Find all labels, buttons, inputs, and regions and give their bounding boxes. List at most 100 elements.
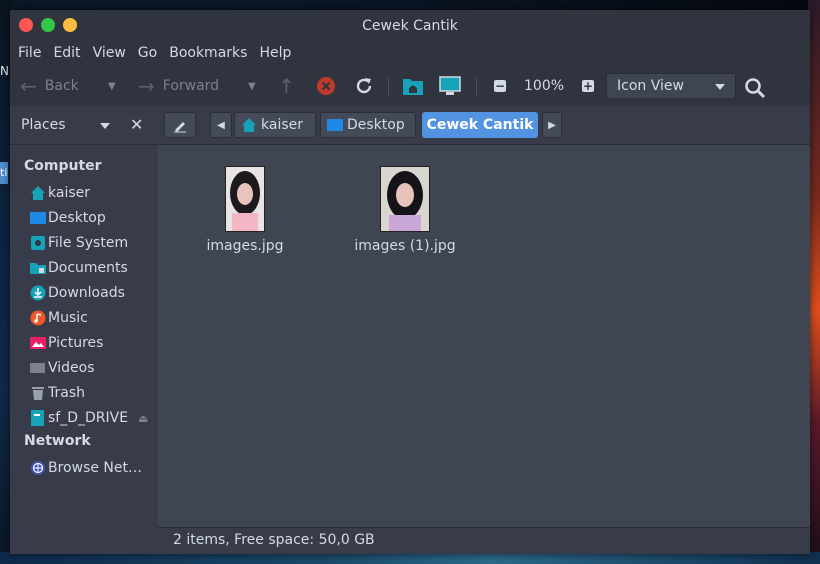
up-arrow-icon: ↑ xyxy=(278,74,295,98)
crumb-cewek-cantik[interactable]: Cewek Cantik xyxy=(422,112,538,138)
sidebar-item-label: Videos xyxy=(48,360,95,376)
menu-file[interactable]: File xyxy=(12,42,47,66)
menu-bookmarks[interactable]: Bookmarks xyxy=(163,42,253,66)
zoom-level: 100% xyxy=(524,74,564,98)
sidebar-item-kaiser[interactable]: kaiser xyxy=(30,183,158,203)
documents-folder-icon xyxy=(30,260,46,276)
file-name: images.jpg xyxy=(206,238,284,254)
places-header: Places ✕ xyxy=(10,106,158,145)
sidebar-item-browse-network[interactable]: Browse Network xyxy=(30,458,158,478)
download-icon xyxy=(30,285,46,301)
sidebar-item-label: Music xyxy=(48,310,88,326)
sidebar-item-label: sf_D_DRIVE xyxy=(48,410,129,426)
crumb-label: Desktop xyxy=(347,117,405,133)
desktop-folder-icon xyxy=(30,210,46,226)
zoom-level-value: 100% xyxy=(524,78,565,94)
status-text: 2 items, Free space: 50,0 GB xyxy=(173,532,375,548)
window-title: Cewek Cantik xyxy=(362,18,458,34)
forward-history-dropdown[interactable]: ▼ xyxy=(248,74,256,98)
places-dropdown-toggle[interactable] xyxy=(100,123,110,129)
sidebar-item-documents[interactable]: Documents xyxy=(30,258,158,278)
drive-icon xyxy=(30,235,46,251)
sidebar-item-label: File System xyxy=(48,235,129,251)
forward-button[interactable]: → Forward xyxy=(138,74,219,98)
file-item[interactable]: images.jpg xyxy=(180,166,310,254)
forward-arrow-icon: → xyxy=(138,74,155,98)
sidebar-item-sf-d-drive[interactable]: sf_D_DRIVE ⏏ xyxy=(30,408,158,428)
menu-bar: File Edit View Go Bookmarks Help xyxy=(10,42,810,66)
back-label: Back xyxy=(44,78,79,94)
crumb-kaiser[interactable]: kaiser xyxy=(234,112,316,138)
back-history-dropdown[interactable]: ▼ xyxy=(108,74,116,98)
chevron-down-icon: ▼ xyxy=(248,80,256,92)
menu-view[interactable]: View xyxy=(87,42,132,66)
file-item[interactable]: images (1).jpg xyxy=(340,166,470,254)
zoom-in-icon: + xyxy=(582,79,594,93)
file-view[interactable]: ◀ kaiser Desktop Cewek Cantik ▶ images.j… xyxy=(158,106,810,554)
search-button[interactable] xyxy=(744,76,766,100)
pictures-icon xyxy=(30,335,46,351)
sidebar-item-file-system[interactable]: File System xyxy=(30,233,158,253)
back-button[interactable]: ← Back xyxy=(20,74,79,98)
toolbar-separator xyxy=(476,78,477,96)
status-bar: 2 items, Free space: 50,0 GB xyxy=(158,527,810,554)
chevron-down-icon xyxy=(715,84,725,90)
chevron-left-icon: ◀ xyxy=(217,119,225,131)
image-thumbnail xyxy=(225,166,265,232)
shared-drive-icon xyxy=(30,410,46,426)
forward-label: Forward xyxy=(162,78,220,94)
sidebar-item-music[interactable]: Music xyxy=(30,308,158,328)
image-thumbnail xyxy=(380,166,430,232)
sidebar-item-label: kaiser xyxy=(48,185,90,201)
sidebar-item-trash[interactable]: Trash xyxy=(30,383,158,403)
menu-edit[interactable]: Edit xyxy=(47,42,86,66)
home-folder-icon xyxy=(403,79,423,95)
toolbar-separator xyxy=(388,78,389,96)
chevron-down-icon: ▼ xyxy=(108,80,116,92)
up-button[interactable]: ↑ xyxy=(278,74,295,98)
desktop-folder-icon xyxy=(327,119,343,131)
view-mode-select[interactable]: Icon View xyxy=(606,73,736,99)
file-manager-window: Cewek Cantik File Edit View Go Bookmarks… xyxy=(10,10,810,554)
sidebar-item-pictures[interactable]: Pictures xyxy=(30,333,158,353)
computer-button[interactable] xyxy=(438,74,462,98)
path-scroll-right-button[interactable]: ▶ xyxy=(542,112,562,138)
menu-go[interactable]: Go xyxy=(132,42,163,66)
menu-help[interactable]: Help xyxy=(253,42,297,66)
home-button[interactable] xyxy=(402,74,424,98)
section-network: Network xyxy=(24,433,91,449)
zoom-out-icon: − xyxy=(494,79,506,93)
sidebar-item-label: Downloads xyxy=(48,285,125,301)
reload-button[interactable] xyxy=(353,74,375,98)
view-mode-value: Icon View xyxy=(617,78,684,94)
close-sidebar-button[interactable]: ✕ xyxy=(130,115,143,134)
sidebar-item-label: Desktop xyxy=(48,210,106,226)
home-icon xyxy=(242,118,256,132)
edit-path-icon xyxy=(174,122,186,133)
network-icon xyxy=(30,460,46,476)
back-arrow-icon: ← xyxy=(20,74,37,98)
path-bar: ◀ kaiser Desktop Cewek Cantik ▶ xyxy=(158,106,810,145)
crumb-label: Cewek Cantik xyxy=(426,117,534,133)
places-title: Places xyxy=(21,117,66,133)
reload-icon xyxy=(356,78,372,94)
sidebar-item-downloads[interactable]: Downloads xyxy=(30,283,158,303)
chevron-right-icon: ▶ xyxy=(548,119,556,131)
zoom-out-button[interactable]: − xyxy=(494,74,506,98)
sidebar-item-videos[interactable]: Videos xyxy=(30,358,158,378)
crumb-desktop[interactable]: Desktop xyxy=(320,112,416,138)
path-scroll-left-button[interactable]: ◀ xyxy=(210,112,232,138)
desktop-partial-chip[interactable]: ti xyxy=(0,162,8,184)
toggle-location-entry-button[interactable] xyxy=(164,112,196,138)
trash-icon xyxy=(30,385,46,401)
sidebar-item-desktop[interactable]: Desktop xyxy=(30,208,158,228)
eject-icon[interactable]: ⏏ xyxy=(138,412,148,425)
zoom-in-button[interactable]: + xyxy=(582,74,594,98)
sidebar: Places ✕ Computer kaiser Desktop File Sy… xyxy=(10,106,158,554)
sidebar-item-label: Documents xyxy=(48,260,128,276)
sidebar-item-label: Trash xyxy=(48,385,85,401)
crumb-label: kaiser xyxy=(261,117,303,133)
search-icon xyxy=(745,78,766,99)
stop-button[interactable] xyxy=(316,74,336,98)
title-bar[interactable]: Cewek Cantik xyxy=(10,10,810,42)
